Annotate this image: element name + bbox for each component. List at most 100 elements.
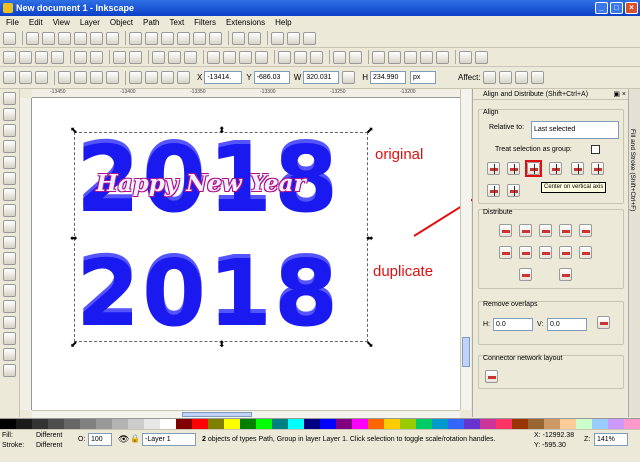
close-button[interactable]: × <box>625 2 638 14</box>
import-icon[interactable] <box>74 50 87 64</box>
palette-swatch[interactable] <box>112 419 128 429</box>
h-input[interactable]: 234.990 <box>370 71 407 84</box>
menu-layer[interactable]: Layer <box>80 16 100 29</box>
fill-stroke-side-tab[interactable]: Fill and Stroke (Shift+Ctrl+F) <box>628 89 640 417</box>
opacity-input[interactable]: 100 <box>88 433 112 446</box>
move-patterns-icon[interactable] <box>530 71 544 84</box>
raise-icon[interactable] <box>145 71 158 84</box>
palette-swatch[interactable] <box>560 419 576 429</box>
palette-swatch[interactable] <box>96 419 112 429</box>
ungroup-icon[interactable] <box>349 50 362 64</box>
drawing-canvas[interactable]: ⬉ ⬍ ⬈ ⬌ ⬌ ⬋ ⬍ ⬊ 2018 Happy New Year 2018… <box>32 98 460 410</box>
palette-swatch[interactable] <box>192 419 208 429</box>
scale-handle-se[interactable]: ⬊ <box>366 340 374 349</box>
xml-editor-icon[interactable] <box>420 50 433 64</box>
show-handles-icon[interactable] <box>271 31 284 45</box>
open-file-icon[interactable] <box>19 50 32 64</box>
node-edit-icon[interactable] <box>3 31 16 45</box>
palette-swatch[interactable] <box>64 419 80 429</box>
relative-to-select[interactable]: Last selected <box>531 121 619 139</box>
palette-swatch[interactable] <box>416 419 432 429</box>
palette-swatch[interactable] <box>32 419 48 429</box>
align-left-edges-icon[interactable] <box>507 162 520 175</box>
join-nodes-icon[interactable] <box>58 31 71 45</box>
scale-handle-ne[interactable]: ⬈ <box>366 126 374 135</box>
text-tool-icon[interactable] <box>3 284 16 297</box>
zoom-tool-icon[interactable] <box>3 140 16 153</box>
new-document-icon[interactable] <box>3 50 16 64</box>
palette-swatch[interactable] <box>384 419 400 429</box>
zoom-selection-icon[interactable] <box>207 50 220 64</box>
spray-tool-icon[interactable] <box>3 300 16 313</box>
document-properties-icon[interactable] <box>475 50 488 64</box>
palette-swatch[interactable] <box>576 419 592 429</box>
v-gap-input[interactable]: 0.0 <box>547 318 587 331</box>
break-path-icon[interactable] <box>74 31 87 45</box>
delete-segment-icon[interactable] <box>106 31 119 45</box>
dropper-tool-icon[interactable] <box>3 364 16 377</box>
rotate-cw-icon[interactable] <box>74 71 87 84</box>
distribute-center-icon[interactable] <box>519 224 532 237</box>
select-all-layers-icon[interactable] <box>19 71 32 84</box>
distribute-vbaseline-icon[interactable] <box>579 246 592 259</box>
palette-swatch[interactable] <box>480 419 496 429</box>
remove-overlaps-icon[interactable] <box>597 316 610 329</box>
panel-close-icon[interactable]: ▣ × <box>613 89 626 100</box>
undo-icon[interactable] <box>113 50 126 64</box>
palette-swatch[interactable] <box>544 419 560 429</box>
palette-swatch[interactable] <box>208 419 224 429</box>
calligraphy-tool-icon[interactable] <box>3 268 16 281</box>
ellipse-tool-icon[interactable] <box>3 188 16 201</box>
scale-stroke-icon[interactable] <box>482 71 496 84</box>
rectangle-tool-icon[interactable] <box>3 156 16 169</box>
lock-ratio-icon[interactable] <box>342 71 356 84</box>
x-input[interactable]: -13414. <box>204 71 243 84</box>
menu-object[interactable]: Object <box>110 16 133 29</box>
menu-text[interactable]: Text <box>170 16 185 29</box>
palette-swatch[interactable] <box>48 419 64 429</box>
palette-swatch[interactable] <box>240 419 256 429</box>
symmetric-node-icon[interactable] <box>161 31 174 45</box>
zoom-input[interactable]: 141% <box>594 433 628 446</box>
node-tool-icon[interactable] <box>3 108 16 121</box>
menu-file[interactable]: File <box>6 16 19 29</box>
palette-swatch[interactable] <box>352 419 368 429</box>
unit-select[interactable]: px <box>410 71 437 84</box>
w-input[interactable]: 320.031 <box>303 71 340 84</box>
cusp-node-icon[interactable] <box>129 31 142 45</box>
copy-icon[interactable] <box>152 50 165 64</box>
menu-view[interactable]: View <box>53 16 70 29</box>
zoom-width-icon[interactable] <box>255 50 268 64</box>
align-top-edges-icon[interactable] <box>507 184 520 197</box>
paste-icon[interactable] <box>184 50 197 64</box>
clone-icon[interactable] <box>294 50 307 64</box>
spiral-tool-icon[interactable] <box>3 220 16 233</box>
palette-swatch[interactable] <box>128 419 144 429</box>
palette-swatch[interactable] <box>272 419 288 429</box>
palette-swatch[interactable] <box>608 419 624 429</box>
line-segment-icon[interactable] <box>193 31 206 45</box>
pen-tool-icon[interactable] <box>3 252 16 265</box>
vertical-scrollbar[interactable] <box>460 89 471 410</box>
distribute-top-icon[interactable] <box>499 246 512 259</box>
menu-path[interactable]: Path <box>143 16 159 29</box>
tweak-tool-icon[interactable] <box>3 124 16 137</box>
fill-value[interactable]: Different <box>36 432 62 439</box>
distribute-vgaps-icon[interactable] <box>559 246 572 259</box>
move-gradients-icon[interactable] <box>514 71 528 84</box>
align-right-to-left-icon[interactable] <box>487 162 500 175</box>
randomize-icon[interactable] <box>519 268 532 281</box>
palette-swatch[interactable] <box>176 419 192 429</box>
palette-swatch[interactable] <box>624 419 640 429</box>
palette-swatch[interactable] <box>160 419 176 429</box>
palette-swatch[interactable] <box>288 419 304 429</box>
layer-lock-icon[interactable]: 🔒 <box>130 434 140 443</box>
fill-stroke-icon[interactable] <box>372 50 385 64</box>
palette-swatch[interactable] <box>256 419 272 429</box>
align-distribute-icon[interactable] <box>436 50 449 64</box>
layer-visibility-icon[interactable]: 👁 <box>118 434 129 445</box>
auto-smooth-icon[interactable] <box>177 31 190 45</box>
zoom-drawing-icon[interactable] <box>223 50 236 64</box>
scroll-thumb[interactable] <box>182 412 252 417</box>
palette-swatch[interactable] <box>16 419 32 429</box>
